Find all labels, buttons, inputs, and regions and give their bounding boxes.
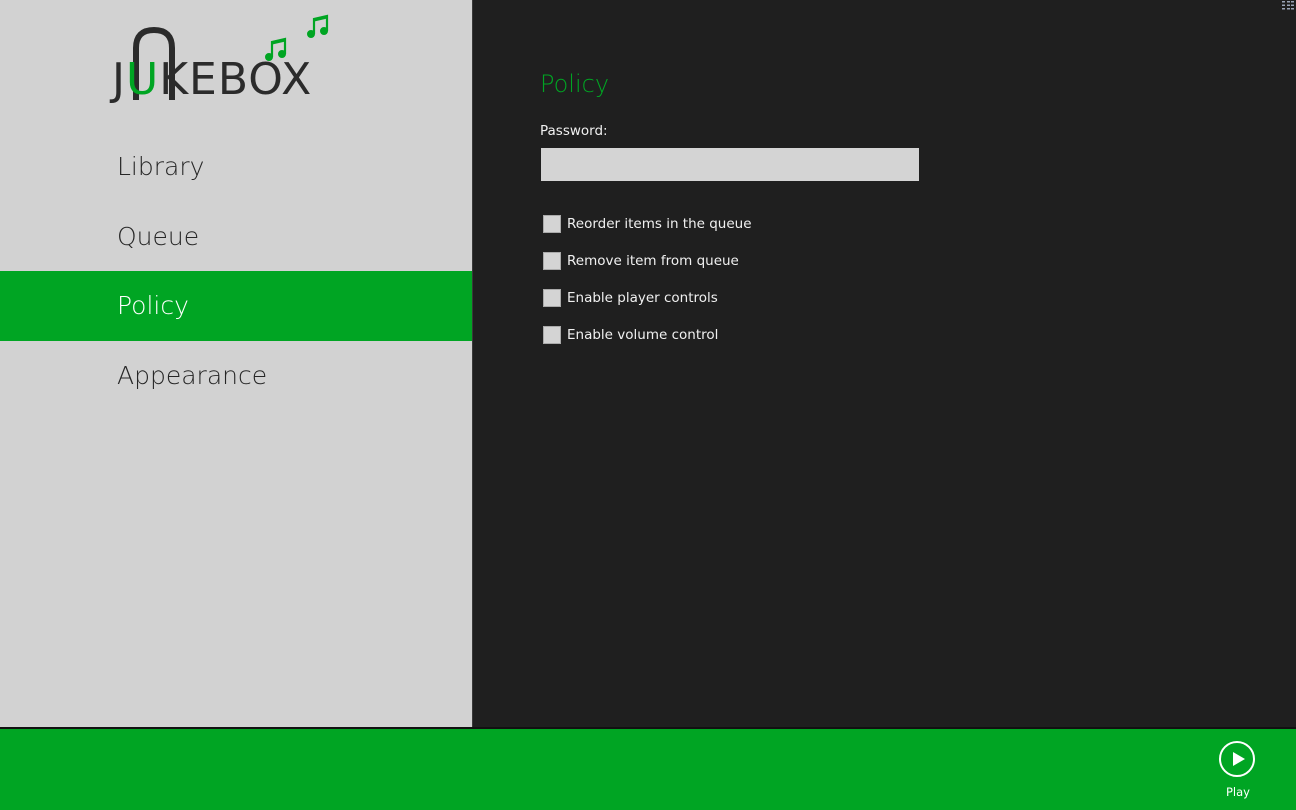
checkbox[interactable]	[543, 325, 561, 344]
play-label: Play	[1226, 785, 1250, 799]
sidebar-item-appearance[interactable]: Appearance	[0, 341, 472, 411]
app-bar: Play	[0, 727, 1296, 810]
logo-letter-j: J	[112, 54, 126, 105]
sidebar: JUKEBOX Library Queue Policy Appearance	[0, 0, 472, 727]
policy-options: Reorder items in the queue Remove item f…	[543, 205, 752, 353]
password-label: Password:	[540, 123, 608, 139]
checkbox-label: Enable player controls	[567, 289, 718, 306]
sidebar-item-library[interactable]: Library	[0, 132, 472, 202]
play-triangle-icon	[1233, 752, 1245, 766]
checkbox[interactable]	[543, 251, 561, 270]
checkbox-label: Enable volume control	[567, 326, 719, 343]
sidebar-item-label: Appearance	[117, 360, 268, 390]
sidebar-nav: Library Queue Policy Appearance	[0, 132, 472, 410]
sidebar-item-policy[interactable]: Policy	[0, 271, 472, 341]
checkbox-label: Remove item from queue	[567, 252, 739, 269]
option-player-controls[interactable]: Enable player controls	[543, 279, 752, 316]
policy-panel: Policy Password: Reorder items in the qu…	[472, 0, 1296, 727]
checkbox-label: Reorder items in the queue	[567, 215, 752, 232]
checkbox[interactable]	[543, 214, 561, 233]
option-volume-control[interactable]: Enable volume control	[543, 316, 752, 353]
play-button[interactable]: Play	[1210, 741, 1266, 803]
logo-letter-u: U	[125, 54, 160, 105]
page-title: Policy	[540, 70, 610, 98]
sidebar-item-label: Policy	[117, 291, 189, 321]
option-reorder-items[interactable]: Reorder items in the queue	[543, 205, 752, 242]
play-icon	[1219, 741, 1255, 777]
sidebar-item-label: Library	[117, 152, 205, 182]
jukebox-logo: JUKEBOX	[112, 12, 352, 102]
sidebar-item-queue[interactable]: Queue	[0, 202, 472, 272]
checkbox[interactable]	[543, 288, 561, 307]
sidebar-item-label: Queue	[117, 221, 200, 251]
password-field[interactable]	[540, 147, 920, 182]
option-remove-item[interactable]: Remove item from queue	[543, 242, 752, 279]
grip-icon[interactable]	[1282, 0, 1294, 10]
logo-letters-kebox: KEBOX	[159, 54, 313, 105]
app-window: JUKEBOX Library Queue Policy Appearance	[0, 0, 1296, 810]
logo-wordmark: JUKEBOX	[112, 58, 312, 102]
